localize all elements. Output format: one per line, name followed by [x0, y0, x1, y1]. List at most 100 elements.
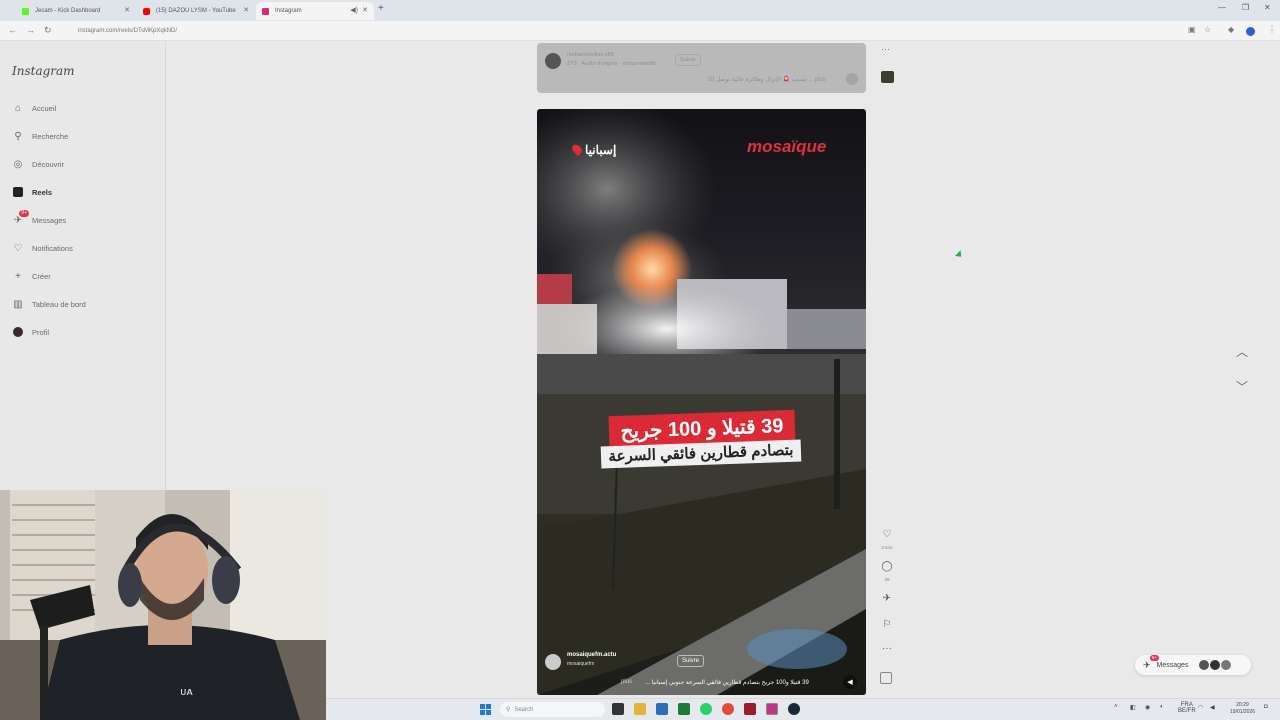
close-icon[interactable]: ✕	[362, 6, 368, 14]
taskbar-search[interactable]: ⚲ Search	[500, 702, 605, 717]
store-icon[interactable]	[656, 703, 668, 715]
volume-icon[interactable]: ◀	[843, 675, 857, 689]
tray-chevron-icon[interactable]: ˄	[1114, 704, 1118, 710]
previous-reel-card[interactable]: mohammedlas.off9 ZT3 · Audio d'origine ·…	[537, 43, 866, 93]
chrome-icon[interactable]	[722, 703, 734, 715]
new-tab-plus-icon[interactable]: +	[378, 3, 384, 14]
bookmark-star-icon[interactable]: ☆	[1204, 25, 1211, 34]
messenger-icon: ✈ 9+	[1143, 654, 1160, 670]
plus-icon: +	[15, 270, 21, 282]
caption-more-link[interactable]: plus	[621, 679, 632, 685]
extensions-icon[interactable]: ◆	[1228, 25, 1234, 34]
dashboard-icon: ▥	[13, 298, 23, 310]
kick-favicon-icon	[22, 7, 29, 15]
sidebar-item-home[interactable]: ⌂ Accueil	[12, 100, 56, 116]
clock-date: 19/01/2026	[1230, 709, 1256, 715]
follow-button[interactable]: Suivre	[677, 655, 705, 667]
audio-thumbnail[interactable]	[880, 672, 892, 684]
reel-username[interactable]: mosaiquefm.actu	[567, 652, 616, 658]
minimize-icon[interactable]: —	[1218, 3, 1226, 12]
instagram-logo[interactable]: Instagram	[12, 64, 75, 78]
avatar[interactable]	[545, 53, 561, 69]
url-input[interactable]: instagram.com/reels/DTsMKpXqkND/	[62, 24, 1182, 38]
speaker-icon[interactable]: ◀)	[350, 6, 358, 14]
task-view-icon[interactable]	[612, 703, 624, 715]
back-icon[interactable]: ←	[8, 25, 17, 35]
like-heart-icon[interactable]: ♡	[880, 529, 894, 540]
comment-icon[interactable]: ◯	[880, 561, 894, 572]
mouse-cursor-icon	[954, 250, 965, 260]
youtube-favicon-icon	[143, 7, 150, 15]
avatar[interactable]	[545, 654, 561, 670]
tray-app-icon[interactable]: ◧	[1130, 704, 1136, 711]
tray-app-icon[interactable]: ◐	[1160, 704, 1164, 710]
profile-avatar-icon[interactable]	[1246, 27, 1255, 36]
close-window-icon[interactable]: ✕	[1264, 3, 1271, 12]
speaker-icon[interactable]: ◀	[1210, 704, 1215, 711]
audio-thumbnail[interactable]	[881, 71, 894, 83]
whatsapp-icon[interactable]	[700, 703, 712, 715]
sidebar-item-label: Accueil	[32, 103, 57, 113]
file-explorer-icon[interactable]	[634, 703, 646, 715]
volume-icon[interactable]	[846, 73, 858, 85]
sidebar-item-create[interactable]: + Créer	[12, 268, 51, 284]
messages-floating-button[interactable]: ✈ 9+ Messages	[1135, 654, 1251, 675]
tab-label: Jecam - Kick Dashboard	[35, 8, 101, 14]
notification-bell-icon[interactable]: ◘	[1264, 704, 1268, 710]
reel-location-label: إسبانيا	[585, 143, 617, 157]
sidebar-item-notifications[interactable]: ♡ Notifications	[12, 240, 73, 256]
language-indicator[interactable]: FRA BE/FR	[1178, 702, 1196, 714]
sidebar-item-search[interactable]: ⚲ Recherche	[12, 128, 68, 144]
svg-text:ᴜᴀ: ᴜᴀ	[180, 685, 193, 698]
reload-icon[interactable]: ↻	[44, 25, 52, 36]
app-icon[interactable]	[678, 703, 690, 715]
heart-icon: ♡	[13, 242, 23, 254]
tray-app-icon[interactable]: ◉	[1145, 704, 1150, 711]
tab-kick[interactable]: Jecam - Kick Dashboard ✕	[16, 2, 136, 20]
instagram-taskbar-icon[interactable]	[766, 703, 778, 715]
clock-time: 20:29	[1236, 702, 1249, 708]
avatar	[1221, 660, 1232, 670]
forward-icon[interactable]: →	[26, 25, 35, 35]
reel-caption[interactable]: 39 قتيلا و100 جريح بتصادم قطارين فائقي ا…	[645, 679, 809, 686]
sidebar-item-profile[interactable]: Profil	[12, 324, 49, 340]
previous-reel-chevron-up-icon[interactable]: ︿	[1236, 343, 1248, 360]
url-text: instagram.com/reels/DTsMKpXqkND/	[78, 28, 178, 34]
sidebar-item-label: Recherche	[32, 131, 69, 141]
reels-icon	[12, 186, 24, 198]
webcam-scene: ᴜᴀ	[0, 490, 326, 720]
install-app-icon[interactable]: ▣	[1188, 25, 1196, 34]
share-send-icon[interactable]: ✈	[880, 593, 894, 604]
maximize-icon[interactable]: ❐	[1242, 3, 1249, 12]
previous-reel-audio[interactable]: ZT3 · Audio d'origine · mohammedtn	[567, 61, 656, 67]
previous-reel-username[interactable]: mohammedlas.off9	[567, 52, 614, 58]
sidebar-item-label: Profil	[32, 327, 50, 337]
menu-icon[interactable]: ⋮	[1268, 25, 1276, 34]
tab-youtube[interactable]: (15) DAZOU LYSM - YouTube ✕	[137, 2, 255, 20]
next-reel-chevron-down-icon[interactable]: ﹀	[1236, 378, 1248, 395]
messages-label: Messages	[1156, 661, 1189, 669]
reel-video[interactable]: إسبانيا mosaïque 39 قتيلا و 100 جريح بتص…	[537, 109, 866, 695]
sidebar-item-reels[interactable]: Reels	[12, 184, 52, 200]
more-options-icon[interactable]: ···	[881, 44, 890, 54]
search-icon: ⚲	[506, 707, 511, 713]
messages-badge: 9+	[1150, 654, 1160, 661]
more-options-icon[interactable]: ···	[880, 643, 894, 654]
sidebar-item-dashboard[interactable]: ▥ Tableau de bord	[12, 296, 86, 312]
steam-icon[interactable]	[788, 703, 800, 715]
app-icon[interactable]	[744, 703, 756, 715]
reel-audio-label[interactable]: mosaiquefm	[567, 661, 594, 667]
tab-instagram[interactable]: Instagram ◀) ✕	[256, 2, 374, 20]
follow-button[interactable]: Suivre	[675, 54, 701, 66]
wifi-icon[interactable]: ◠	[1198, 704, 1203, 711]
windows-start-icon[interactable]	[480, 704, 491, 715]
close-icon[interactable]: ✕	[243, 6, 249, 14]
previous-reel-caption: بسبب 🚨 الإنزال وطائرة عالية توصل 10 ... …	[707, 77, 826, 83]
profile-icon	[12, 326, 24, 338]
sidebar-item-messages[interactable]: ✈ 9+ Messages	[12, 210, 66, 228]
sidebar-item-explore[interactable]: ◎ Découvrir	[12, 156, 64, 172]
region-label: BE/FR	[1178, 708, 1196, 714]
save-bookmark-icon[interactable]: ⚐	[880, 619, 894, 630]
taskbar-clock[interactable]: 20:29 19/01/2026	[1230, 702, 1255, 716]
close-icon[interactable]: ✕	[124, 6, 130, 14]
